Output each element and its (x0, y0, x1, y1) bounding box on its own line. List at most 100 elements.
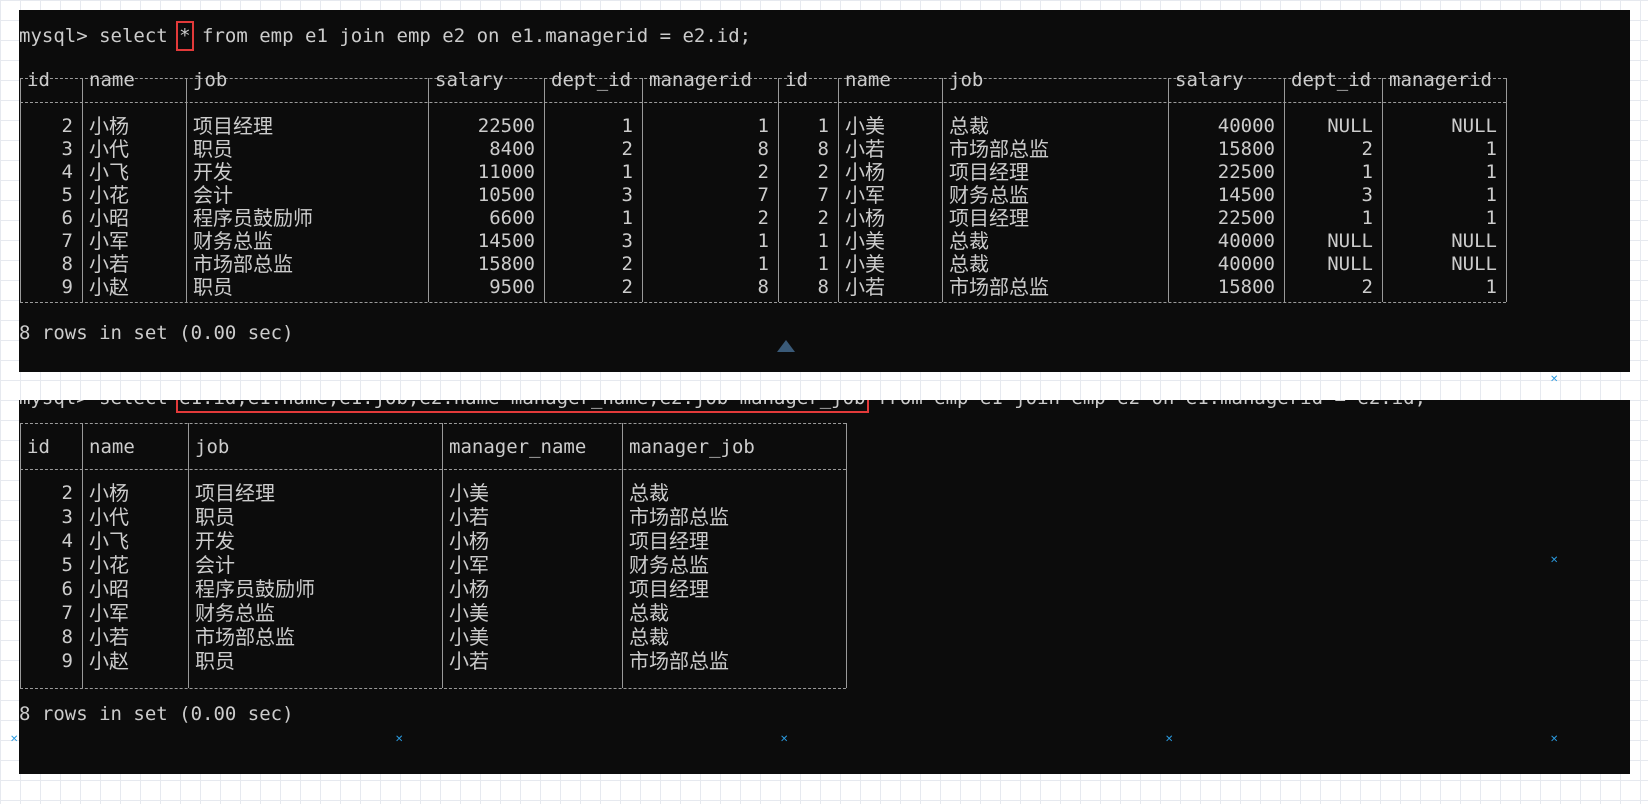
selection-handle-icon[interactable]: ✕ (1550, 556, 1558, 566)
table-cell: 小美 (449, 601, 489, 625)
table-cell: 8 (61, 253, 73, 275)
table-cell: 2 (621, 253, 633, 275)
table-cell: 财务总监 (195, 601, 275, 625)
command-line: mysql> select e1.id,e1.name,e1.job,e2.na… (19, 400, 1426, 413)
select-keyword: select (99, 25, 180, 47)
table-cell: 7 (757, 184, 769, 206)
table-cell: NULL (1327, 230, 1373, 252)
table-border-line (20, 423, 846, 424)
table-cell: 2 (61, 115, 73, 137)
table-cell: 8 (757, 138, 769, 160)
table-cell: 1 (1485, 207, 1497, 229)
table-cell: 小美 (845, 114, 885, 138)
selection-handle-icon[interactable]: ✕ (1165, 735, 1173, 745)
table-cell: 4 (61, 161, 73, 183)
column-header: manager_job (629, 436, 755, 458)
table-border-line (20, 688, 846, 689)
table-cell: 职员 (193, 137, 233, 161)
table-column-border (1284, 78, 1285, 302)
result-footer: 8 rows in set (0.00 sec) (19, 703, 294, 725)
table-cell: 40000 (1217, 230, 1275, 252)
table-cell: 2 (621, 138, 633, 160)
table-cell: 1 (757, 253, 769, 275)
table-cell: 15800 (1217, 138, 1275, 160)
table-cell: 6 (61, 578, 73, 600)
table-cell: 9 (61, 650, 73, 672)
selection-handle-icon[interactable]: ✕ (1550, 375, 1558, 385)
table-column-border (442, 423, 443, 688)
table-cell: 小若 (449, 649, 489, 673)
table-cell: 财务总监 (949, 183, 1029, 207)
table-cell: NULL (1327, 115, 1373, 137)
table-cell: 小杨 (449, 577, 489, 601)
highlighted-select-list: e1.id,e1.name,e1.job,e2.name manager_nam… (176, 400, 869, 413)
column-header: id (27, 69, 50, 91)
column-header: dept_id (551, 69, 632, 91)
table-cell: 2 (817, 207, 829, 229)
table-cell: 14500 (1217, 184, 1275, 206)
table-cell: 1 (817, 230, 829, 252)
table-cell: 1 (1485, 184, 1497, 206)
table-cell: 小若 (89, 625, 129, 649)
table-column-border (942, 78, 943, 302)
table-cell: 3 (61, 506, 73, 528)
table-cell: 市场部总监 (949, 275, 1049, 299)
table-cell: 11000 (477, 161, 535, 183)
table-cell: 15800 (477, 253, 535, 275)
table-cell: 程序员鼓励师 (193, 206, 313, 230)
table-cell: 2 (757, 161, 769, 183)
selection-handle-icon[interactable]: ✕ (780, 735, 788, 745)
table-cell: 8400 (489, 138, 535, 160)
column-header: id (785, 69, 808, 91)
selection-handle-icon[interactable]: ✕ (395, 735, 403, 745)
table-cell: NULL (1451, 253, 1497, 275)
column-header: id (27, 436, 50, 458)
table-cell: 小若 (845, 275, 885, 299)
terminal-window-query-2[interactable]: mysql> select e1.id,e1.name,e1.job,e2.na… (19, 400, 1630, 774)
column-header: job (949, 69, 984, 91)
table-cell: 7 (61, 602, 73, 624)
table-cell: 2 (757, 207, 769, 229)
table-cell: 项目经理 (193, 114, 273, 138)
table-cell: 小赵 (89, 649, 129, 673)
column-header: name (845, 69, 891, 91)
table-cell: 项目经理 (195, 481, 275, 505)
table-cell: 3 (61, 138, 73, 160)
table-cell: 小花 (89, 553, 129, 577)
table-cell: 总裁 (949, 114, 989, 138)
table-cell: NULL (1451, 115, 1497, 137)
table-cell: 项目经理 (629, 577, 709, 601)
table-cell: 小飞 (89, 529, 129, 553)
table-cell: 小美 (449, 481, 489, 505)
table-cell: 15800 (1217, 276, 1275, 298)
table-cell: 22500 (477, 115, 535, 137)
table-cell: 总裁 (949, 252, 989, 276)
table-cell: 22500 (1217, 207, 1275, 229)
table-cell: NULL (1451, 230, 1497, 252)
terminal-window-query-1[interactable]: mysql> select * from emp e1 join emp e2 … (19, 10, 1630, 372)
table-cell: 项目经理 (949, 206, 1029, 230)
table-cell: 小军 (845, 183, 885, 207)
table-cell: 财务总监 (193, 229, 273, 253)
table-cell: NULL (1327, 253, 1373, 275)
table-cell: 6600 (489, 207, 535, 229)
table-column-border (778, 78, 779, 302)
table-cell: 小若 (845, 137, 885, 161)
table-cell: 1 (757, 230, 769, 252)
table-cell: 小若 (89, 252, 129, 276)
column-header: managerid (1389, 69, 1492, 91)
table-cell: 职员 (195, 505, 235, 529)
table-cell: 小花 (89, 183, 129, 207)
table-cell: 9 (61, 276, 73, 298)
table-column-border (1506, 78, 1507, 302)
table-cell: 1 (621, 207, 633, 229)
table-cell: 小昭 (89, 206, 129, 230)
table-cell: 财务总监 (629, 553, 709, 577)
selection-handle-icon[interactable]: ✕ (1550, 735, 1558, 745)
scroll-up-arrow-icon[interactable] (777, 340, 795, 352)
table-cell: 小飞 (89, 160, 129, 184)
table-cell: 1 (757, 115, 769, 137)
table-cell: 1 (817, 115, 829, 137)
table-cell: 2 (621, 276, 633, 298)
selection-handle-icon[interactable]: ✕ (10, 735, 18, 745)
